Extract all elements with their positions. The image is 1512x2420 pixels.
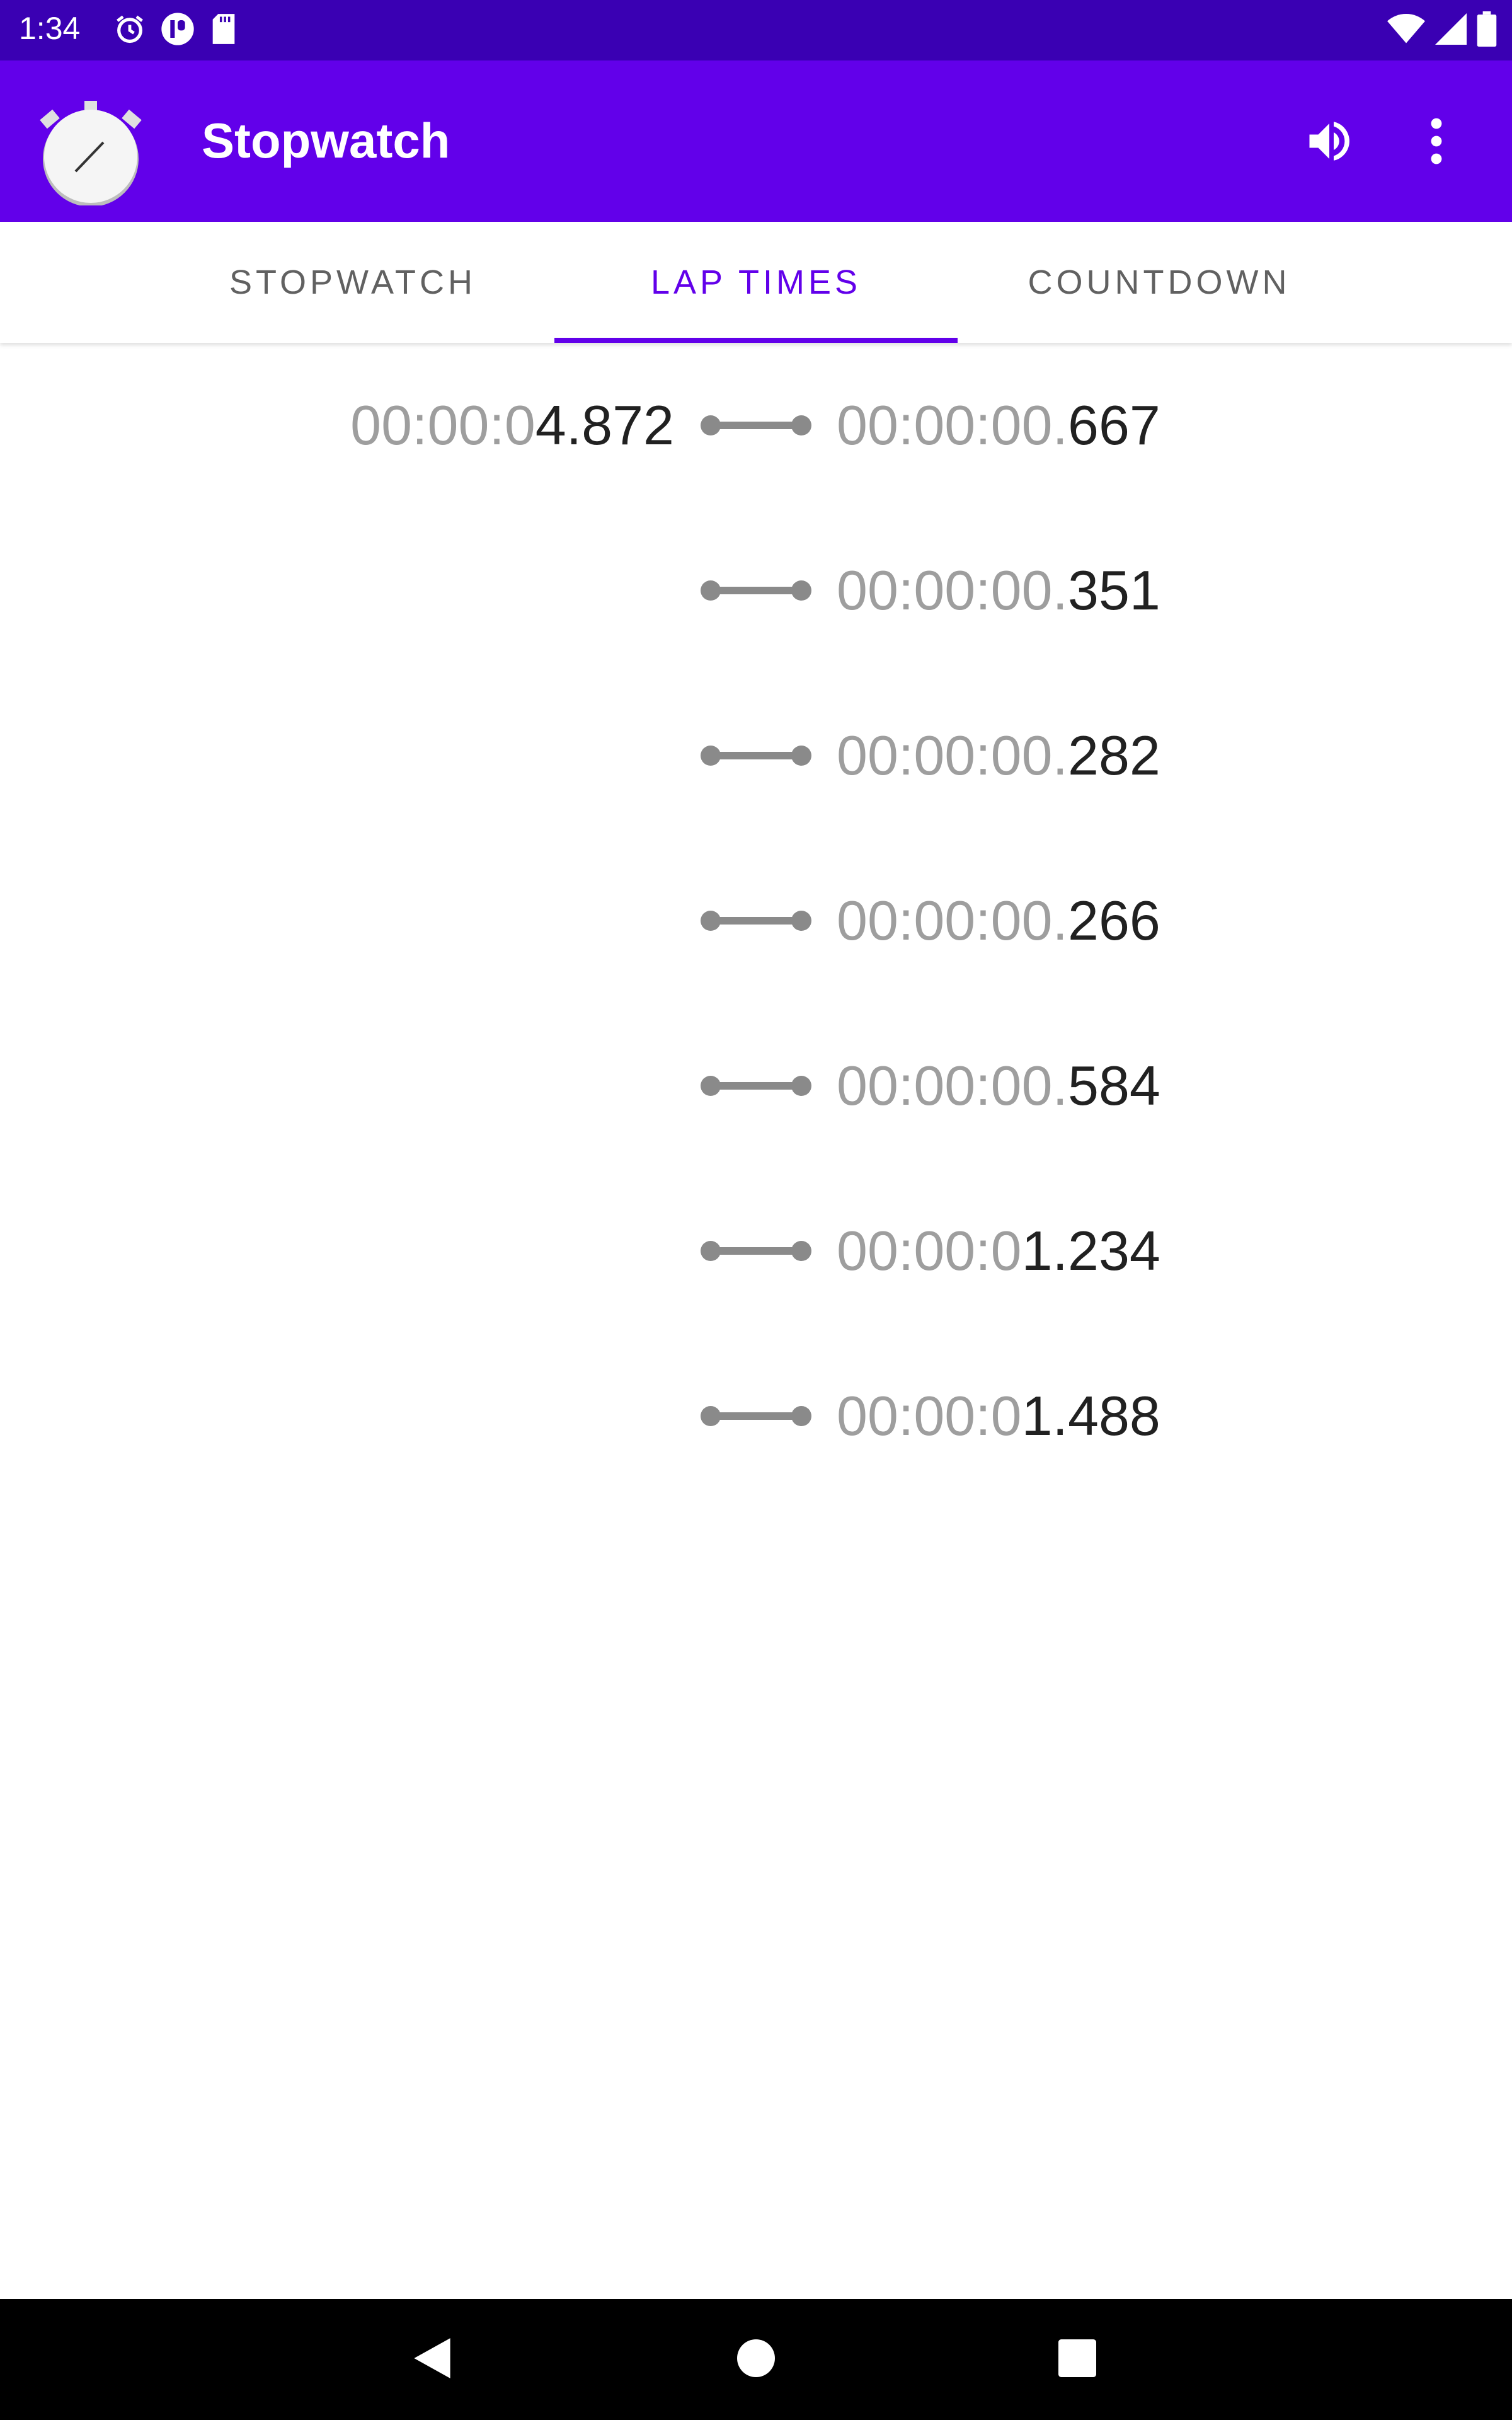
stopwatch-logo-icon <box>37 79 145 207</box>
recents-button[interactable] <box>1046 2328 1109 2391</box>
lap-row: 00:00:00.584 <box>0 1003 1512 1168</box>
tab-indicator <box>554 338 958 343</box>
navigation-bar <box>0 2299 1512 2420</box>
app-notification-icon <box>160 11 195 50</box>
tab-bar: STOPWATCH LAP TIMES COUNTDOWN <box>0 222 1512 343</box>
wifi-icon <box>1387 13 1425 48</box>
back-button[interactable] <box>401 2328 464 2391</box>
home-button[interactable] <box>724 2328 788 2391</box>
lap-split-time: 00:00:00.266 <box>837 889 1160 952</box>
back-icon <box>411 2336 453 2383</box>
lap-connector-icon <box>701 1241 811 1261</box>
sd-card-icon <box>209 13 238 49</box>
app-bar: Stopwatch <box>0 60 1512 222</box>
lap-connector-icon <box>701 580 811 601</box>
app-title: Stopwatch <box>202 113 450 168</box>
lap-row: 00:00:00.282 <box>0 673 1512 838</box>
lap-row: 00:00:00.266 <box>0 838 1512 1003</box>
lap-split-time: 00:00:01.488 <box>837 1385 1160 1447</box>
home-icon <box>737 2339 775 2380</box>
volume-icon <box>1303 115 1356 171</box>
alarm-icon <box>113 13 146 49</box>
battery-icon <box>1477 11 1497 50</box>
status-bar: 1:34 <box>0 0 1512 60</box>
lap-row: 00:00:01.234 <box>0 1168 1512 1334</box>
lap-connector-icon <box>701 1406 811 1426</box>
lap-row: 00:00:01.488 <box>0 1334 1512 1499</box>
status-icons-right <box>1387 11 1497 50</box>
lap-row: 00:00:04.872 00:00:00.667 <box>0 343 1512 508</box>
lap-split-time: 00:00:00.351 <box>837 559 1160 621</box>
lap-split-time: 00:00:00.282 <box>837 724 1160 786</box>
status-time: 1:34 <box>19 11 81 46</box>
lap-split-time: 00:00:00.667 <box>837 394 1160 456</box>
lap-connector-icon <box>701 911 811 931</box>
lap-connector-icon <box>701 1076 811 1096</box>
overflow-menu-icon <box>1424 115 1449 171</box>
overflow-menu-button[interactable] <box>1405 111 1468 174</box>
lap-connector-icon <box>701 415 811 435</box>
lap-split-time: 00:00:01.234 <box>837 1219 1160 1282</box>
recents-icon <box>1058 2339 1096 2380</box>
tab-lap-times[interactable]: LAP TIMES <box>554 222 958 343</box>
status-icons-left <box>113 11 238 50</box>
tab-countdown[interactable]: COUNTDOWN <box>958 222 1361 343</box>
lap-connector-icon <box>701 746 811 766</box>
lap-split-time: 00:00:00.584 <box>837 1054 1160 1117</box>
lap-total-time: 00:00:04.872 <box>350 394 674 456</box>
volume-button[interactable] <box>1298 111 1361 174</box>
lap-row: 00:00:00.351 <box>0 508 1512 673</box>
cell-signal-icon <box>1435 13 1467 48</box>
tab-stopwatch[interactable]: STOPWATCH <box>151 222 554 343</box>
